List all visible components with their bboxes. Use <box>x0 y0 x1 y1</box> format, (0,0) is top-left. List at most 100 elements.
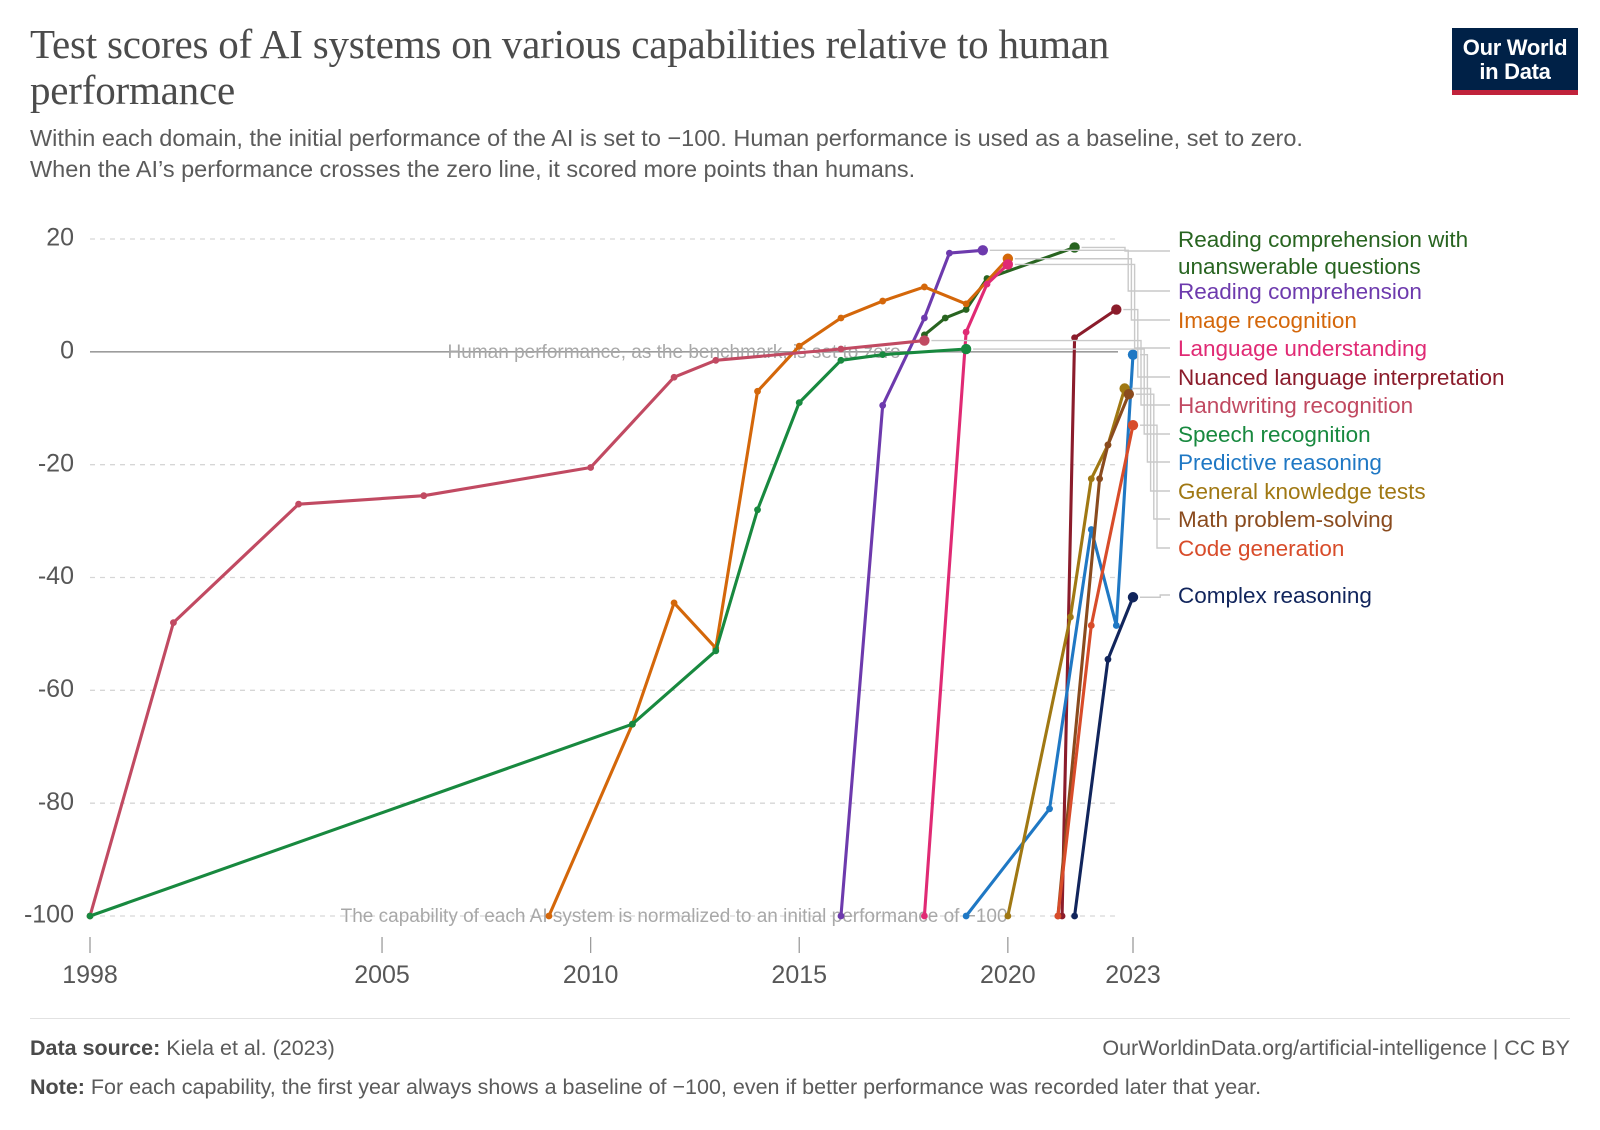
data-point <box>879 402 887 409</box>
legend-label: Reading comprehension <box>1178 279 1422 304</box>
data-point <box>1104 655 1112 663</box>
data-point <box>921 912 928 920</box>
data-point <box>170 619 177 627</box>
data-point <box>1046 805 1053 813</box>
data-point <box>545 912 553 920</box>
data-point <box>670 373 678 381</box>
legend-connector <box>1014 263 1170 349</box>
data-point <box>919 335 930 346</box>
data-point <box>1127 419 1139 431</box>
annotation-label-1: The capability of each AI system is norm… <box>341 906 1008 927</box>
note-label: Note: <box>30 1075 85 1100</box>
x-tick-label: 2020 <box>980 961 1036 989</box>
series-line <box>88 338 926 918</box>
y-tick-label: 0 <box>60 336 74 364</box>
data-point <box>1112 622 1120 629</box>
legend-label: Reading comprehension with <box>1178 227 1468 252</box>
y-tick-label: -80 <box>38 788 74 816</box>
note-value: For each capability, the first year alwa… <box>90 1075 1262 1100</box>
legend-connector <box>1014 258 1170 321</box>
legend-label: Predictive reasoning <box>1178 450 1382 475</box>
data-point <box>295 500 302 508</box>
data-point <box>946 249 953 257</box>
data-point <box>712 356 720 364</box>
data-point <box>712 647 720 655</box>
data-point <box>837 314 845 322</box>
x-tick-label: 2015 <box>771 961 827 989</box>
data-point <box>1071 912 1078 920</box>
chart-page: Test scores of AI systems on various cap… <box>0 0 1600 1130</box>
data-point <box>754 387 761 395</box>
series-line <box>964 353 1135 918</box>
y-tick-label: -100 <box>24 901 74 929</box>
legend-connector <box>989 249 1170 292</box>
legend-label: Complex reasoning <box>1178 583 1372 608</box>
legend-connector <box>1131 387 1170 492</box>
data-point <box>837 345 845 353</box>
source-url[interactable]: OurWorldinData.org/artificial-intelligen… <box>1102 1032 1570 1065</box>
series-0 <box>921 242 1080 339</box>
chart-note: Note: For each capability, the first yea… <box>30 1071 1570 1104</box>
chart-plot-area: Human performance, as the benchmark, is … <box>0 0 1600 1130</box>
data-point <box>960 343 972 355</box>
x-tick-label: 2023 <box>1105 961 1161 989</box>
data-point <box>941 314 949 322</box>
y-axis-ticks: 20 0 -20 -40 -60 -80 -100 <box>24 224 74 929</box>
data-point <box>1002 259 1014 270</box>
legend-label: Code generation <box>1178 536 1344 561</box>
data-point <box>1004 912 1012 920</box>
data-point <box>1087 475 1095 483</box>
legend-item-0[interactable]: Reading comprehension withunanswerable q… <box>1081 227 1469 279</box>
data-point <box>795 342 803 350</box>
series-3 <box>921 259 1014 920</box>
legend-connector <box>1135 393 1170 520</box>
footer-divider <box>30 1018 1570 1019</box>
data-point <box>1127 592 1139 603</box>
legend-label: Nuanced language interpretation <box>1178 365 1505 390</box>
data-point <box>837 912 845 920</box>
data-point <box>1054 912 1062 920</box>
data-point <box>1087 622 1095 629</box>
data-point <box>1104 441 1112 449</box>
data-source-label: Data source: <box>30 1036 161 1060</box>
legend-label: Speech recognition <box>1178 422 1371 447</box>
data-source: Data source: Kiela et al. (2023) <box>30 1032 335 1065</box>
series-5 <box>86 335 930 920</box>
data-point <box>1123 388 1135 400</box>
x-tick-label: 2010 <box>563 961 619 989</box>
data-point <box>962 300 970 308</box>
legend-connector <box>1140 594 1170 598</box>
data-point <box>1096 475 1104 483</box>
legend-connector <box>1140 424 1170 549</box>
data-point <box>1069 242 1080 253</box>
data-point <box>921 314 928 322</box>
data-source-value: Kiela et al. (2023) <box>166 1036 335 1060</box>
data-point <box>1127 349 1139 360</box>
series-6 <box>86 343 972 920</box>
y-tick-label: -40 <box>38 562 74 590</box>
data-point <box>837 356 845 364</box>
data-point <box>670 599 678 607</box>
data-point <box>962 328 970 336</box>
legend-item-11[interactable]: Complex reasoning <box>1140 583 1372 608</box>
x-tick-label: 1998 <box>62 961 118 989</box>
data-point <box>983 280 991 288</box>
y-tick-label: -60 <box>38 675 74 703</box>
data-point <box>587 464 595 471</box>
data-point <box>754 506 761 514</box>
legend-label: General knowledge tests <box>1178 479 1426 504</box>
data-point <box>1067 613 1074 621</box>
chart-footer: Data source: Kiela et al. (2023) OurWorl… <box>30 1018 1570 1105</box>
x-axis-ticks: 1998 2005 2010 2015 2020 2023 <box>62 937 1161 989</box>
legend-label: Language understanding <box>1178 336 1427 361</box>
data-point <box>1111 304 1122 315</box>
legend-label: Image recognition <box>1178 308 1357 333</box>
legend-label: Handwriting recognition <box>1178 393 1413 418</box>
data-point <box>86 912 94 920</box>
data-point <box>977 245 989 256</box>
data-point <box>962 912 970 920</box>
line-chart-svg: Human performance, as the benchmark, is … <box>24 224 1505 989</box>
y-tick-label: 20 <box>46 224 74 252</box>
data-point <box>420 492 428 500</box>
series-line <box>922 262 1010 918</box>
